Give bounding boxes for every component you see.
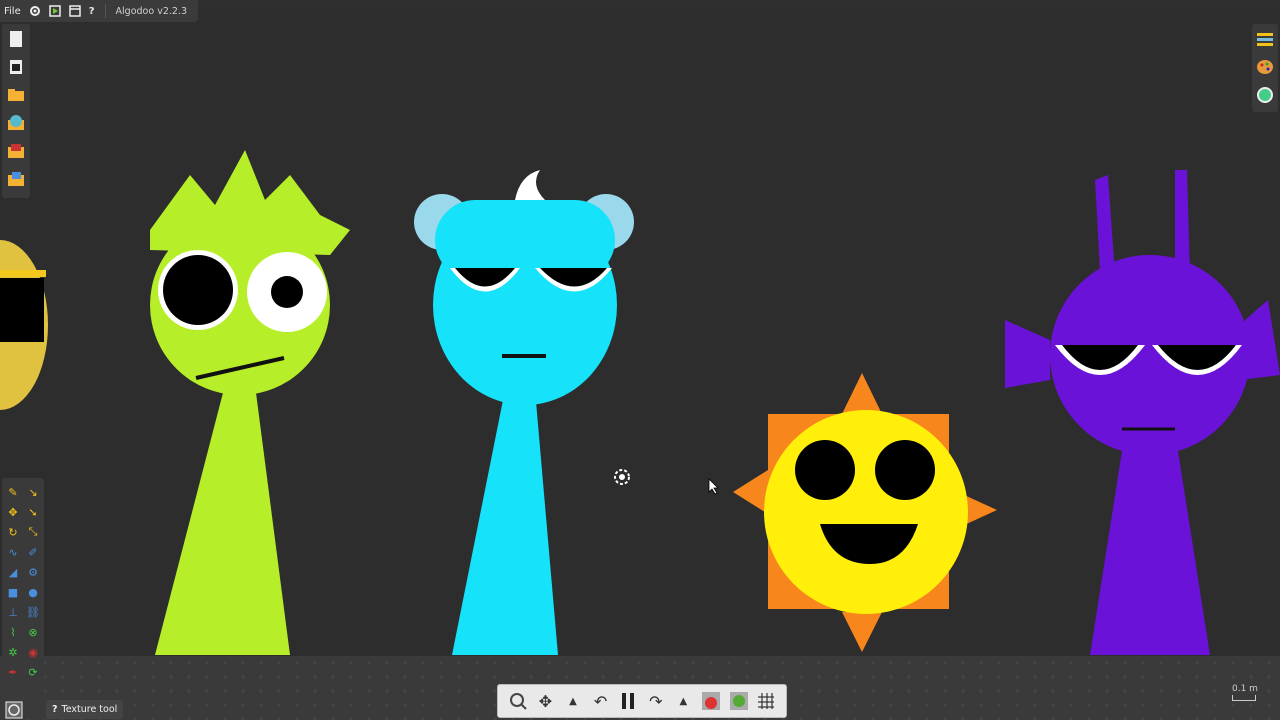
redo-icon[interactable]: ↷ <box>644 689 668 713</box>
air-friction-icon[interactable] <box>727 689 751 713</box>
axle-tool-icon[interactable]: ✲ <box>3 642 23 662</box>
polygon-tool-icon[interactable]: ◢ <box>3 562 23 582</box>
scale-tool-icon[interactable]: ⤡ <box>23 522 43 542</box>
scale-label: 0.1 m <box>1232 684 1258 694</box>
character-purple <box>1005 170 1280 655</box>
help-icon[interactable]: ? <box>85 0 99 22</box>
character-cyan <box>414 170 634 655</box>
mouse-cursor <box>708 478 719 495</box>
grid-icon[interactable] <box>754 689 778 713</box>
character-partial-left <box>0 240 48 410</box>
palette-icon[interactable] <box>1255 56 1275 78</box>
cut-tool-icon[interactable]: ↘ <box>23 482 43 502</box>
scene-browser-icon[interactable] <box>6 140 26 162</box>
tooltip-label: Texture tool <box>61 704 118 715</box>
zoom-icon[interactable] <box>506 689 530 713</box>
gear-icon[interactable] <box>25 0 45 22</box>
scene-drawing <box>0 150 1280 655</box>
menu-file[interactable]: File <box>0 0 25 22</box>
thruster-tool-icon[interactable]: ◉ <box>23 642 43 662</box>
box-tool-icon[interactable]: ■ <box>3 582 23 602</box>
app-title: Algodoo v2.2.3 <box>115 5 187 17</box>
spring-tool-icon[interactable]: ⌇ <box>3 622 23 642</box>
drag-tool-icon[interactable]: ➘ <box>23 502 43 522</box>
gravity-icon[interactable] <box>699 689 723 713</box>
chain-tool-icon[interactable]: ⛓ <box>23 602 43 622</box>
character-lime <box>150 150 350 655</box>
pause-icon[interactable] <box>616 689 640 713</box>
texture-tool-icon <box>5 701 23 719</box>
undo-dropdown-icon[interactable]: ▲ <box>561 689 585 713</box>
fixate-tool-icon[interactable]: ⊗ <box>23 622 43 642</box>
play-window-icon[interactable] <box>45 0 65 22</box>
tooltip-texture-tool: ? Texture tool <box>46 700 124 719</box>
file-toolbar <box>2 24 30 198</box>
pan-icon[interactable]: ✥ <box>533 689 557 713</box>
menu-divider <box>104 4 106 18</box>
open-folder-icon[interactable] <box>6 84 26 106</box>
new-scene-icon[interactable] <box>6 28 26 50</box>
move-tool-icon[interactable]: ✥ <box>3 502 23 522</box>
right-toolbar <box>1252 24 1278 112</box>
character-sun <box>733 373 997 652</box>
menu-bar: File ? Algodoo v2.2.3 <box>0 0 198 22</box>
sketch-tool-icon[interactable]: ✎ <box>3 482 23 502</box>
gear-tool-icon[interactable]: ⚙ <box>23 562 43 582</box>
tracer-tool-icon[interactable]: ✒ <box>3 662 23 682</box>
laser-tool-icon[interactable]: ⟳ <box>23 662 43 682</box>
simulation-toolbar: ✥ ▲ ↶ ↷ ▲ <box>497 684 787 718</box>
clear-scene-icon[interactable] <box>6 56 26 78</box>
spiral-cursor <box>614 469 630 485</box>
plane-tool-icon[interactable]: ⊥ <box>3 602 23 622</box>
layers-icon[interactable] <box>1255 28 1275 50</box>
redo-dropdown-icon[interactable]: ▲ <box>671 689 695 713</box>
undo-icon[interactable]: ↶ <box>589 689 613 713</box>
rotate-tool-icon[interactable]: ↻ <box>3 522 23 542</box>
scale-bar <box>1232 695 1256 701</box>
scale-indicator: 0.1 m <box>1232 684 1258 701</box>
rope-tool-icon[interactable]: ∿ <box>3 542 23 562</box>
brush-tool-icon[interactable]: ✐ <box>23 542 43 562</box>
algobox-icon[interactable] <box>6 112 26 134</box>
help-icon: ? <box>52 704 58 715</box>
save-folder-icon[interactable] <box>6 168 26 190</box>
canvas-scene[interactable] <box>0 0 1280 720</box>
tool-palette: ✎ ↘ ✥ ➘ ↻ ⤡ ∿ ✐ ◢ ⚙ ■ ● ⊥ ⛓ ⌇ ⊗ ✲ ◉ ✒ ⟳ <box>2 478 44 704</box>
zoom-scene-icon[interactable] <box>1255 84 1275 106</box>
window-icon[interactable] <box>65 0 85 22</box>
circle-tool-icon[interactable]: ● <box>23 582 43 602</box>
